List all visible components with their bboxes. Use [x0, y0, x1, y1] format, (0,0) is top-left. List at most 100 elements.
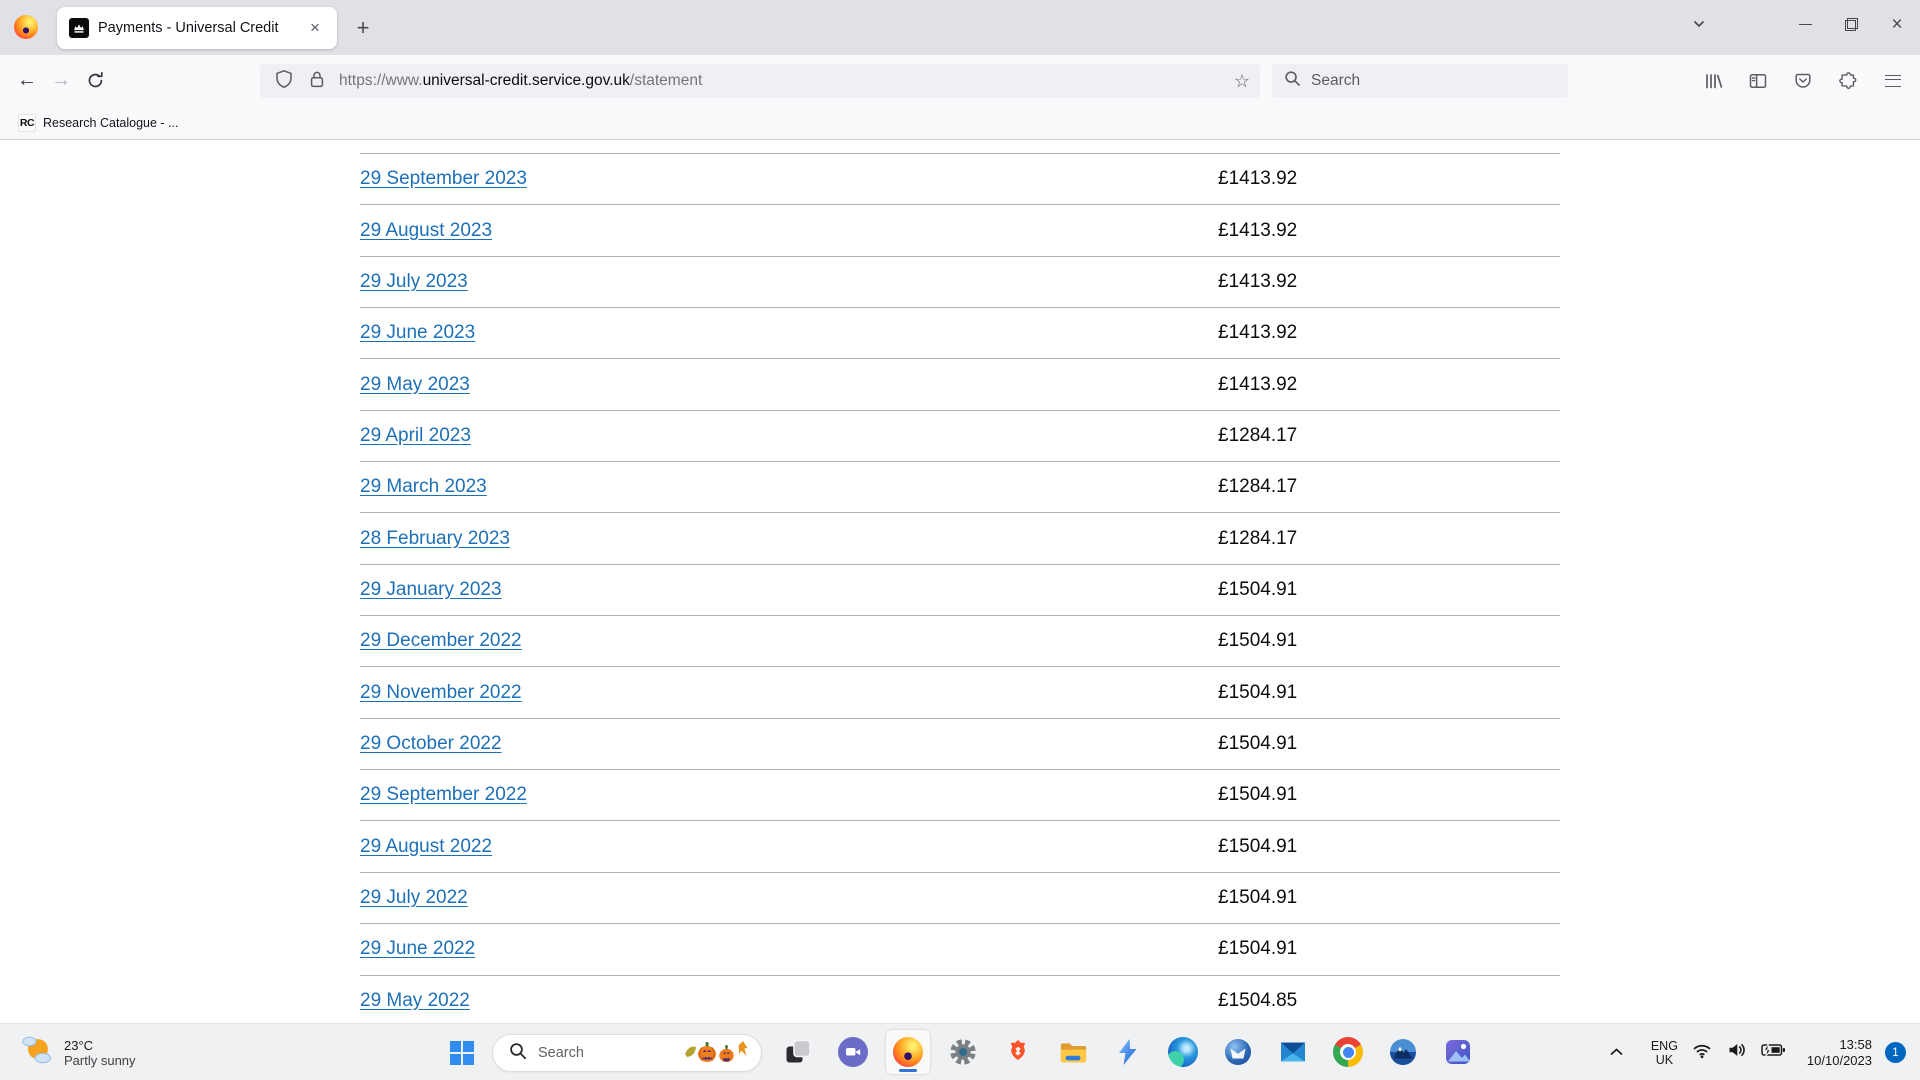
payment-amount: £1284.17 [1218, 425, 1297, 447]
payment-amount: £1413.92 [1218, 374, 1297, 396]
payment-date-link[interactable]: 29 May 2023 [360, 374, 470, 396]
payment-date-link[interactable]: 29 June 2023 [360, 322, 475, 344]
weather-icon [18, 1032, 56, 1073]
clock[interactable]: 13:58 10/10/2023 [1807, 1037, 1872, 1069]
notification-badge[interactable]: 1 [1885, 1042, 1906, 1063]
teams-chat-icon [838, 1037, 868, 1067]
navigation-toolbar: ← → https://www.universal-credit.service… [0, 55, 1920, 106]
payment-row: 29 August 2022 £1504.91 [360, 820, 1560, 871]
payment-date-link[interactable]: 29 March 2023 [360, 476, 487, 498]
extensions-puzzle-icon[interactable] [1831, 64, 1865, 98]
weather-condition: Partly sunny [64, 1053, 136, 1068]
payment-row: 29 November 2022 £1504.91 [360, 666, 1560, 717]
reload-button[interactable] [78, 64, 112, 98]
firefox-logo-icon [14, 15, 38, 39]
taskbar: 23°C Partly sunny Search [0, 1023, 1920, 1080]
mail-icon [1278, 1038, 1308, 1066]
search-icon [509, 1042, 527, 1065]
nordvpn-icon [1388, 1037, 1418, 1067]
payment-amount: £1413.92 [1218, 271, 1297, 293]
restore-button[interactable] [1828, 4, 1874, 44]
browser-tab[interactable]: Payments - Universal Credit × [57, 7, 337, 49]
payment-amount: £1504.91 [1218, 579, 1297, 601]
minimize-button[interactable] [1782, 4, 1828, 44]
payment-row: 29 April 2023 £1284.17 [360, 410, 1560, 461]
back-button[interactable]: ← [10, 64, 44, 98]
url-text: https://www.universal-credit.service.gov… [339, 72, 702, 90]
browser-search-box[interactable]: Search [1272, 64, 1568, 98]
payment-date-link[interactable]: 28 February 2023 [360, 528, 510, 550]
payment-amount: £1504.91 [1218, 630, 1297, 652]
new-tab-button[interactable]: + [348, 13, 378, 43]
tab-close-icon[interactable]: × [303, 16, 327, 40]
list-all-tabs-chevron-icon[interactable] [1676, 4, 1722, 44]
payment-date-link[interactable]: 29 July 2023 [360, 271, 468, 293]
tray-chevron-up-icon[interactable] [1609, 1044, 1624, 1062]
payment-amount: £1413.92 [1218, 168, 1297, 190]
payment-amount: £1284.17 [1218, 528, 1297, 550]
window-controls: × [1676, 0, 1920, 48]
shield-icon[interactable] [274, 69, 294, 94]
battery-charging-icon[interactable] [1760, 1042, 1786, 1063]
language-indicator[interactable]: ENGUK [1651, 1039, 1678, 1067]
taskbar-app-chrome[interactable] [1326, 1030, 1370, 1074]
payment-date-link[interactable]: 29 January 2023 [360, 579, 502, 601]
taskbar-app-teams-chat[interactable] [831, 1030, 875, 1074]
payment-date-link[interactable]: 29 August 2023 [360, 220, 492, 242]
menu-hamburger-icon[interactable] [1876, 64, 1910, 98]
taskbar-search-box[interactable]: Search [492, 1034, 762, 1072]
weather-temp: 23°C [64, 1038, 136, 1053]
system-tray: ENGUK 13:58 [1609, 1024, 1920, 1080]
payment-row: 29 December 2022 £1504.91 [360, 615, 1560, 666]
payment-row: 29 March 2023 £1284.17 [360, 461, 1560, 512]
taskbar-app-settings[interactable] [941, 1030, 985, 1074]
sidebar-icon[interactable] [1741, 64, 1775, 98]
edge-icon [1168, 1037, 1198, 1067]
taskbar-app-photos[interactable] [1436, 1030, 1480, 1074]
folder-icon [1058, 1038, 1088, 1066]
taskbar-app-firefox[interactable] [886, 1030, 930, 1074]
lightning-icon [1115, 1038, 1141, 1066]
tab-title: Payments - Universal Credit [98, 20, 303, 36]
weather-widget[interactable]: 23°C Partly sunny [10, 1024, 144, 1080]
payment-date-link[interactable]: 29 December 2022 [360, 630, 522, 652]
taskbar-search-placeholder: Search [538, 1045, 681, 1061]
taskbar-app-nordvpn[interactable] [1381, 1030, 1425, 1074]
bookmark-item[interactable]: RC Research Catalogue - ... [12, 111, 185, 135]
toolbar-icons [1696, 63, 1910, 99]
payment-date-link[interactable]: 29 April 2023 [360, 425, 471, 447]
taskbar-app-thunderbird[interactable] [1216, 1030, 1260, 1074]
taskbar-app-brave[interactable] [996, 1030, 1040, 1074]
taskbar-app-task-view[interactable] [776, 1030, 820, 1074]
url-bar[interactable]: https://www.universal-credit.service.gov… [260, 64, 1260, 98]
payment-date-link[interactable]: 29 May 2022 [360, 990, 470, 1012]
volume-icon[interactable] [1726, 1040, 1747, 1065]
taskbar-app-edge[interactable] [1161, 1030, 1205, 1074]
page-content: 29 September 2023 £1413.92 29 August 202… [0, 141, 1920, 1023]
pocket-icon[interactable] [1786, 64, 1820, 98]
bookmark-star-icon[interactable]: ☆ [1234, 71, 1250, 92]
payment-date-link[interactable]: 29 October 2022 [360, 733, 502, 755]
payment-row: 29 July 2022 £1504.91 [360, 872, 1560, 923]
library-icon[interactable] [1696, 64, 1730, 98]
payment-date-link[interactable]: 29 August 2022 [360, 836, 492, 858]
payment-date-link[interactable]: 29 September 2023 [360, 168, 527, 190]
start-button[interactable] [444, 1035, 480, 1071]
payment-date-link[interactable]: 29 September 2022 [360, 784, 527, 806]
lock-icon[interactable] [307, 69, 327, 94]
tab-bar: Payments - Universal Credit × + × [0, 0, 1920, 55]
taskbar-app-mail[interactable] [1271, 1030, 1315, 1074]
payment-date-link[interactable]: 29 July 2022 [360, 887, 468, 909]
payment-row: 29 October 2022 £1504.91 [360, 718, 1560, 769]
payment-date-link[interactable]: 29 June 2022 [360, 938, 475, 960]
wifi-icon[interactable] [1691, 1040, 1713, 1065]
payment-date-link[interactable]: 29 November 2022 [360, 682, 522, 704]
taskbar-app-file-explorer[interactable] [1051, 1030, 1095, 1074]
close-window-button[interactable]: × [1874, 4, 1920, 44]
payment-amount: £1413.92 [1218, 322, 1297, 344]
payment-amount: £1504.91 [1218, 784, 1297, 806]
taskbar-app-lightning[interactable] [1106, 1030, 1150, 1074]
payment-row: 29 September 2022 £1504.91 [360, 769, 1560, 820]
taskbar-apps [776, 1030, 1480, 1074]
payments-list: 29 September 2023 £1413.92 29 August 202… [360, 153, 1560, 1023]
